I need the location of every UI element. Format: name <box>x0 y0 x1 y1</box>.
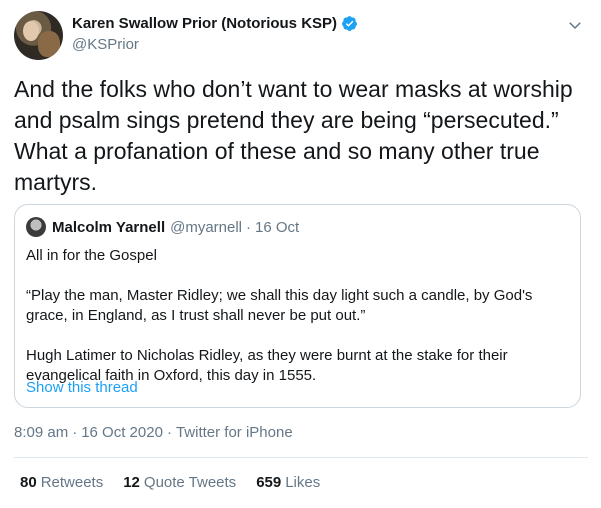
verified-badge-icon <box>342 16 357 31</box>
tweet-text: And the folks who don’t want to wear mas… <box>14 76 573 195</box>
divider <box>14 457 588 458</box>
quoted-author-name: Malcolm Yarnell <box>52 218 166 236</box>
author-display-name-text: Karen Swallow Prior (Notorious KSP) <box>72 15 338 32</box>
quoted-date: 16 Oct <box>255 218 300 236</box>
quote-tweets-count: 12 <box>123 474 140 491</box>
quoted-author-handle: @myarnell <box>170 218 243 236</box>
quoted-author-avatar <box>26 217 46 237</box>
tweet-source[interactable]: Twitter for iPhone <box>176 424 293 441</box>
quoted-tweet-header: Malcolm Yarnell @myarnell · 16 Oct <box>26 217 299 237</box>
meta-separator: · <box>166 424 172 441</box>
retweets-stat[interactable]: 80 Retweets <box>20 474 103 491</box>
author-display-name[interactable]: Karen Swallow Prior (Notorious KSP) <box>72 15 358 32</box>
retweets-count: 80 <box>20 474 37 491</box>
quoted-separator: · <box>246 218 252 236</box>
quoted-tweet[interactable]: Malcolm Yarnell @myarnell · 16 Oct All i… <box>14 204 581 408</box>
meta-separator: · <box>72 424 78 441</box>
retweets-label: Retweets <box>40 474 104 491</box>
tweet-stats: 80 Retweets 12 Quote Tweets 659 Likes <box>20 474 320 491</box>
quoted-tweet-body: All in for the Gospel “Play the man, Mas… <box>26 246 571 386</box>
show-thread-link[interactable]: Show this thread <box>26 379 138 396</box>
tweet-header: Karen Swallow Prior (Notorious KSP) @KSP… <box>14 10 588 60</box>
likes-stat[interactable]: 659 Likes <box>256 474 320 491</box>
tweet-date[interactable]: 16 Oct 2020 <box>81 424 163 441</box>
chevron-down-icon[interactable] <box>566 16 584 34</box>
tweet-time[interactable]: 8:09 am <box>14 424 68 441</box>
quoted-paragraph: All in for the Gospel <box>26 247 157 264</box>
author-avatar[interactable] <box>14 11 63 60</box>
quote-tweets-label: Quote Tweets <box>143 474 237 491</box>
likes-label: Likes <box>285 474 321 491</box>
author-names: Karen Swallow Prior (Notorious KSP) @KSP… <box>72 15 358 53</box>
quote-tweets-stat[interactable]: 12 Quote Tweets <box>123 474 236 491</box>
tweet-card: Karen Swallow Prior (Notorious KSP) @KSP… <box>0 0 601 508</box>
quoted-paragraph: “Play the man, Master Ridley; we shall t… <box>26 287 533 324</box>
likes-count: 659 <box>256 474 282 491</box>
avatar-dog <box>38 31 60 57</box>
author-handle[interactable]: @KSPrior <box>72 36 358 53</box>
tweet-meta: 8:09 am · 16 Oct 2020 · Twitter for iPho… <box>14 424 293 441</box>
avatar-face <box>23 21 39 41</box>
